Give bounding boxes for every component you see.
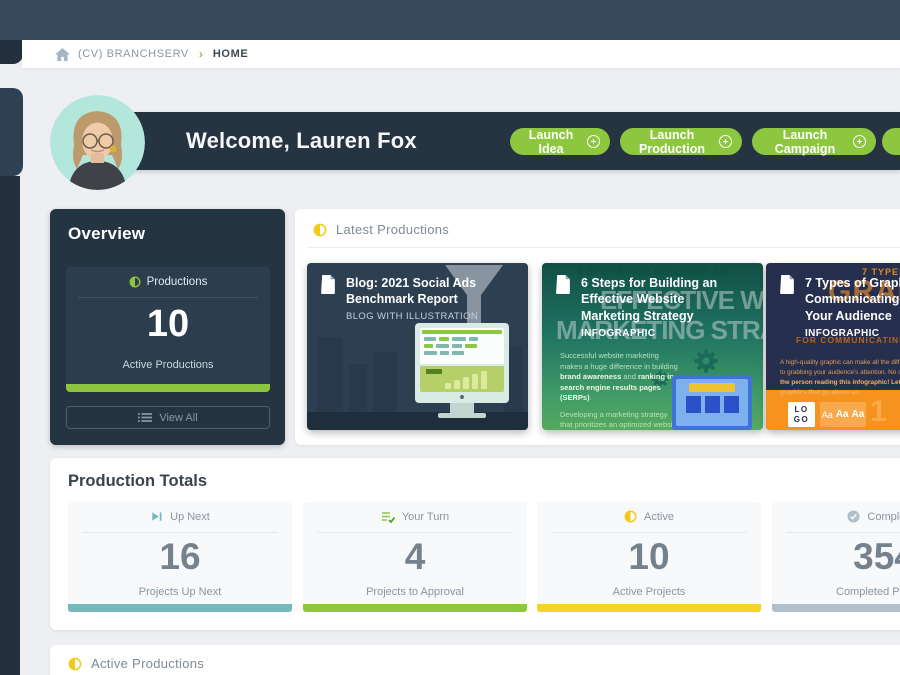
plus-circle-icon (587, 135, 600, 148)
divider (78, 297, 258, 298)
divider (82, 532, 278, 533)
sidebar-fragment-top (0, 40, 23, 64)
welcome-title: Welcome, Lauren Fox (186, 112, 417, 170)
widget-label: Productions (147, 276, 208, 288)
home-icon[interactable] (55, 48, 70, 61)
production-title: 7 Types of Graph (805, 275, 900, 291)
stat-value: 4 (303, 536, 527, 578)
active-productions-panel: Active Productions (50, 645, 900, 675)
production-type: BLOG WITH ILLUSTRATION (346, 311, 508, 323)
welcome-banner: Welcome, Lauren Fox Launch Idea Launch P… (108, 112, 900, 170)
stat-label: Active (644, 511, 674, 523)
skyline-shape (317, 337, 343, 412)
breadcrumb-current: HOME (213, 48, 248, 60)
stat-sublabel: Projects to Approval (303, 586, 527, 598)
skyline-shape (373, 352, 397, 412)
view-all-button[interactable]: View All (66, 406, 270, 429)
breadcrumb: (CV) BRANCHSERV › HOME (22, 40, 900, 68)
document-icon (321, 275, 336, 294)
production-totals-title: Production Totals (68, 472, 207, 491)
stat-card-completed[interactable]: Completed 354 Completed Projects (772, 502, 900, 612)
stat-card-active[interactable]: Active 10 Active Projects (537, 502, 761, 612)
dashboard-page: (CV) BRANCHSERV › HOME Welcome, Lauren F… (0, 0, 900, 675)
breadcrumb-separator: › (199, 47, 203, 61)
stat-label: Your Turn (402, 511, 449, 523)
plus-circle-icon (719, 135, 732, 148)
stat-label: Up Next (170, 511, 210, 523)
divider (786, 532, 900, 533)
monitor-illustration (672, 375, 752, 430)
stat-sublabel: Completed Projects (772, 586, 900, 598)
card-body-text: A high-quality graphic can make all the … (780, 358, 900, 398)
ground-shape (307, 412, 528, 430)
productions-widget[interactable]: Productions 10 Active Productions (66, 267, 270, 392)
big-number: 1 (870, 395, 887, 429)
stat-card-up-next[interactable]: Up Next 16 Projects Up Next (68, 502, 292, 612)
sidebar-fragment-column (0, 176, 20, 675)
stat-sublabel: Projects Up Next (68, 586, 292, 598)
monitor-stand (450, 403, 474, 413)
breadcrumb-root[interactable]: (CV) BRANCHSERV (78, 48, 189, 60)
top-navbar (0, 0, 900, 40)
overview-panel: Overview Productions 10 Active Productio… (50, 209, 285, 445)
production-title: Your Audience (805, 308, 900, 324)
widget-value: 10 (66, 303, 270, 346)
monitor-illustration (415, 323, 509, 403)
stat-color-bar (772, 604, 900, 612)
typography-tile: AaAaAa (820, 402, 866, 427)
widget-progress-bar (66, 384, 270, 392)
production-type: INFOGRAPHIC (581, 327, 743, 340)
section-title: Active Productions (91, 656, 204, 671)
clock-icon (68, 657, 82, 671)
stat-color-bar (303, 604, 527, 612)
divider (551, 532, 747, 533)
clock-icon (624, 510, 637, 523)
skyline-shape (349, 364, 367, 412)
monitor-dot (460, 395, 464, 399)
stat-value: 16 (68, 536, 292, 578)
section-title: Latest Productions (336, 222, 449, 237)
overview-title: Overview (68, 224, 145, 244)
latest-productions-panel: Latest Productions (295, 209, 900, 445)
document-icon (780, 275, 795, 294)
divider (317, 532, 513, 533)
launch-production-button[interactable]: Launch Production (620, 128, 742, 155)
stat-sublabel: Active Projects (537, 586, 761, 598)
latest-productions-header: Latest Productions (313, 222, 449, 237)
production-card-blog[interactable]: Blog: 2021 Social Ads Benchmark Report B… (307, 263, 528, 430)
plus-circle-icon (853, 135, 866, 148)
document-icon (556, 275, 571, 294)
production-type: INFOGRAPHIC (805, 327, 900, 340)
skip-next-icon (150, 510, 163, 523)
active-productions-header: Active Productions (68, 656, 204, 671)
stat-label: Completed (867, 511, 900, 523)
check-circle-icon (847, 510, 860, 523)
stat-value: 354 (772, 536, 900, 578)
production-title: 6 Steps for Building an Effective Websit… (581, 276, 717, 323)
launch-idea-button[interactable]: Launch Idea (510, 128, 610, 155)
logo-tile: LOGO (788, 402, 815, 427)
stat-card-your-turn[interactable]: Your Turn 4 Projects to Approval (303, 502, 527, 612)
launch-campaign-button[interactable]: Launch Campaign (752, 128, 876, 155)
production-totals-panel: Production Totals Up Next 16 Projects Up… (50, 458, 900, 630)
divider (308, 247, 900, 248)
gear-icon (692, 347, 720, 375)
production-title: Blog: 2021 Social Ads Benchmark Report (346, 276, 476, 306)
pie-clock-icon (129, 276, 141, 288)
stat-value: 10 (537, 536, 761, 578)
card-body-text: Successful website marketing makes a hug… (560, 351, 680, 430)
avatar (50, 95, 145, 190)
widget-sublabel: Active Productions (66, 359, 270, 371)
list-check-icon (381, 510, 395, 524)
stat-color-bar (537, 604, 761, 612)
production-title: Communicating (805, 291, 900, 307)
monitor-base (438, 413, 486, 418)
launch-extra-button[interactable] (882, 128, 900, 155)
production-card-7-types[interactable]: 7 TYPES O GRAPH FOR COMMUNICATING WIT 7 … (766, 263, 900, 430)
production-card-6-steps[interactable]: 6 STEPS FOR BUILDING AN EFFECTIVE WEBSIT… (542, 263, 763, 430)
list-icon (138, 412, 152, 423)
sidebar-fragment-mid[interactable] (0, 88, 23, 176)
clock-icon (313, 223, 327, 237)
stat-color-bar (68, 604, 292, 612)
